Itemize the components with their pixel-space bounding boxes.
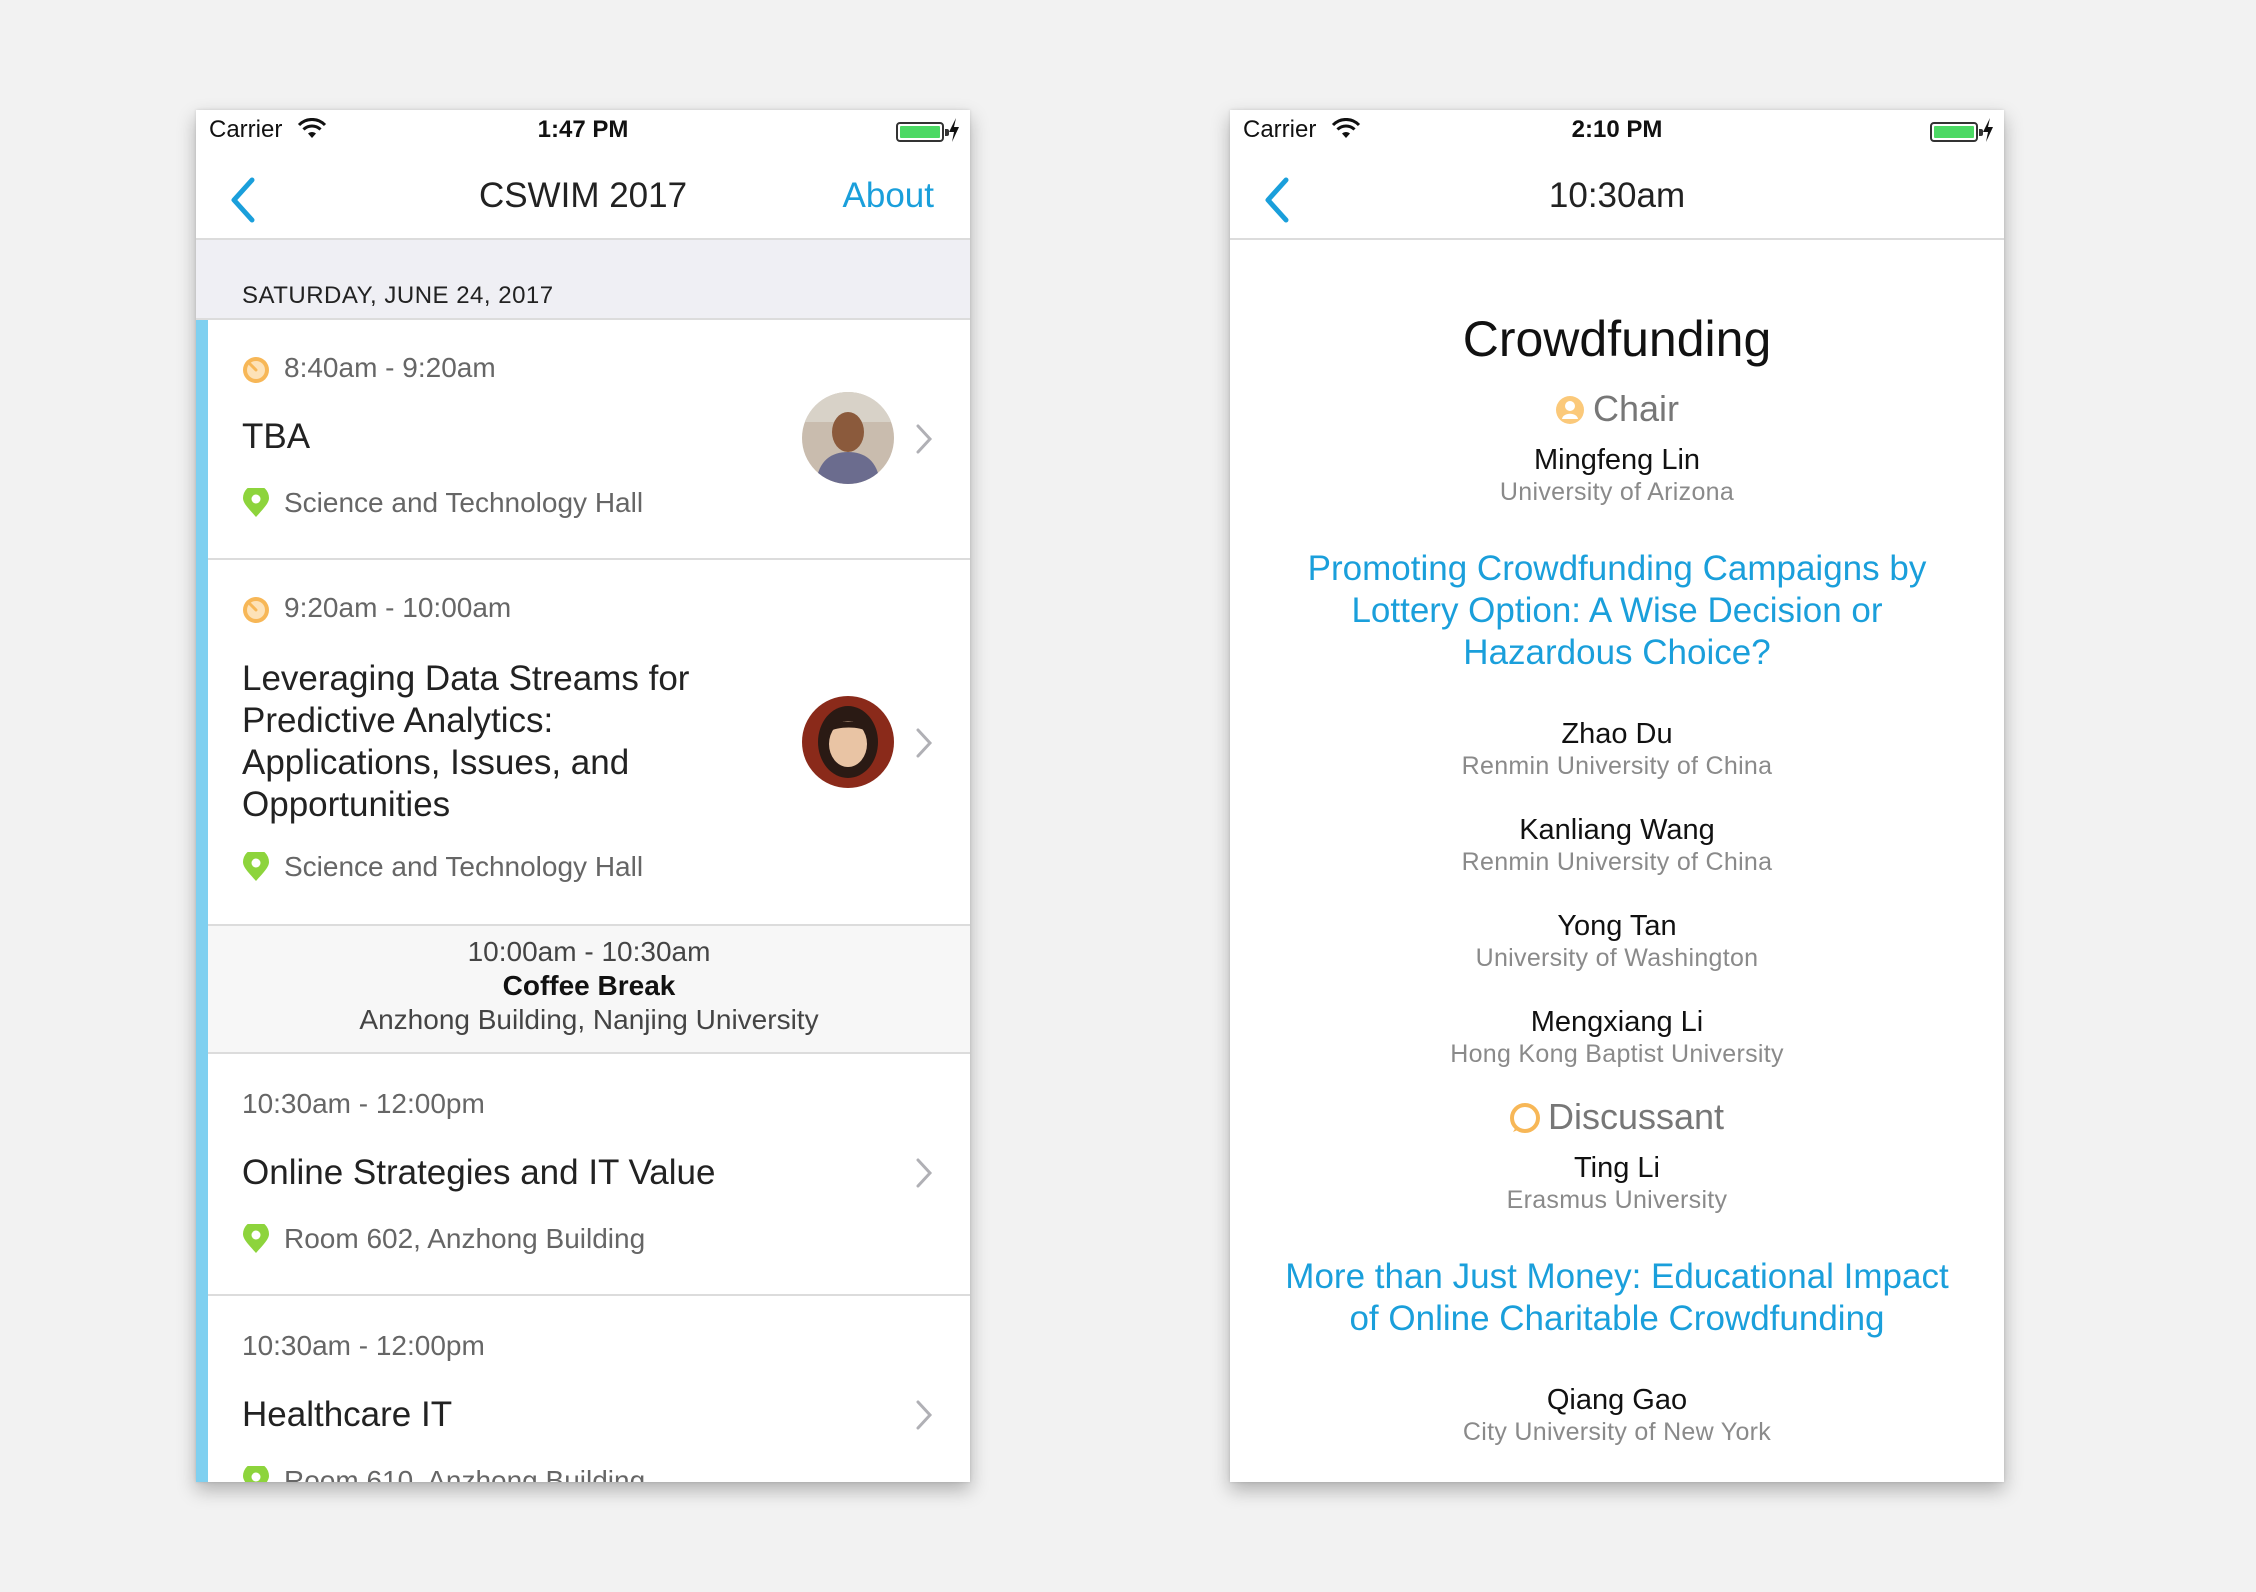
session-time: 9:20am - 10:00am (284, 592, 512, 623)
chair-name: Mingfeng Lin (1533, 444, 1701, 476)
session-row[interactable]: 10:30am - 12:00pm Online Strategies and … (208, 1054, 970, 1296)
author-name: Zhao Du (1561, 718, 1673, 750)
break-location: Anzhong Building, Nanjing University (359, 1004, 819, 1035)
session-location: Science and Technology Hall (284, 851, 644, 882)
session-title: TBA (242, 417, 311, 456)
break-title: Coffee Break (502, 970, 676, 1001)
schedule-list: 8:40am - 9:20am TBA Science and Technolo… (196, 320, 970, 1482)
session-location: Science and Technology Hall (284, 487, 644, 518)
break-time: 10:00am - 10:30am (467, 936, 711, 967)
author-affiliation: University of Washington (1475, 944, 1759, 972)
paper-title-link[interactable]: More than Just Money: Educational Impact… (1270, 1256, 1964, 1340)
session-row[interactable]: 10:30am - 12:00pm Healthcare IT Room 610… (208, 1296, 970, 1482)
author-name: Yong Tan (1557, 910, 1677, 942)
session-title: Healthcare IT (242, 1395, 453, 1434)
chair-affiliation: University of Arizona (1499, 478, 1735, 506)
date-section-header: SATURDAY, JUNE 24, 2017 (196, 240, 970, 320)
charging-icon (949, 118, 959, 142)
page-title: 10:30am (1548, 176, 1686, 215)
location-pin-icon (243, 488, 269, 517)
session-title: Crowdfunding (1462, 311, 1772, 367)
session-row[interactable]: 9:20am - 10:00am Leveraging Data Streams… (208, 560, 970, 926)
author-name: Kanliang Wang (1519, 814, 1715, 846)
clock-icon (243, 357, 269, 383)
discussant-affiliation: Erasmus University (1506, 1186, 1728, 1214)
charging-icon (1983, 118, 1993, 142)
author-affiliation: Renmin University of China (1461, 752, 1773, 780)
navigation-bar: CSWIM 2017 About (196, 152, 970, 240)
navigation-bar: 10:30am (1230, 152, 2004, 240)
chevron-right-icon (916, 1400, 933, 1430)
location-pin-icon (243, 1466, 269, 1482)
discussant-label: Discussant (1230, 1096, 2004, 1138)
chair-icon (1555, 396, 1584, 424)
accent-bar (196, 320, 208, 1482)
clock-time: 1:47 PM (537, 116, 629, 143)
speaker-avatar (802, 392, 894, 484)
chevron-right-icon (916, 728, 933, 758)
session-detail-screen: Carrier 2:10 PM 10:30am Crowdfunding Cha… (1230, 110, 2004, 1482)
author-affiliation: Hong Kong Baptist University (1450, 1040, 1784, 1068)
status-bar: Carrier 2:10 PM (1230, 110, 2004, 152)
author-affiliation: City University of New York (1462, 1418, 1772, 1446)
session-row[interactable]: 8:40am - 9:20am TBA Science and Technolo… (208, 320, 970, 560)
location-pin-icon (243, 1224, 269, 1253)
clock-icon (243, 597, 269, 623)
session-title: Online Strategies and IT Value (242, 1153, 716, 1192)
chevron-right-icon (916, 424, 933, 454)
session-time: 10:30am - 12:00pm (242, 1330, 485, 1361)
session-time: 8:40am - 9:20am (284, 352, 496, 383)
clock-time: 2:10 PM (1571, 116, 1663, 143)
author-name: Mengxiang Li (1530, 1006, 1704, 1038)
session-title: Leveraging Data Streams for Predictive A… (242, 659, 690, 824)
session-location: Room 610, Anzhong Building (284, 1465, 646, 1482)
chevron-right-icon (916, 1158, 933, 1188)
session-detail: Crowdfunding Chair Mingfeng Lin Universi… (1230, 240, 2004, 1482)
discussant-icon (1509, 1103, 1540, 1133)
schedule-screen: Carrier 1:47 PM CSWIM 2017 About SATURDA… (196, 110, 970, 1482)
battery-icon (1930, 122, 1983, 142)
author-name: Qiang Gao (1546, 1384, 1688, 1416)
status-bar: Carrier 1:47 PM (196, 110, 970, 152)
about-button[interactable]: About (843, 176, 934, 216)
chair-label: Chair (1230, 388, 2004, 430)
break-row: 10:00am - 10:30am Coffee Break Anzhong B… (208, 926, 970, 1054)
author-affiliation: Renmin University of China (1461, 848, 1773, 876)
paper-title-link[interactable]: Promoting Crowdfunding Campaigns by Lott… (1270, 548, 1964, 674)
discussant-name: Ting Li (1574, 1152, 1660, 1184)
speaker-avatar (802, 696, 894, 788)
session-time: 10:30am - 12:00pm (242, 1088, 485, 1119)
battery-icon (896, 122, 949, 142)
location-pin-icon (243, 852, 269, 881)
session-location: Room 602, Anzhong Building (284, 1223, 646, 1254)
